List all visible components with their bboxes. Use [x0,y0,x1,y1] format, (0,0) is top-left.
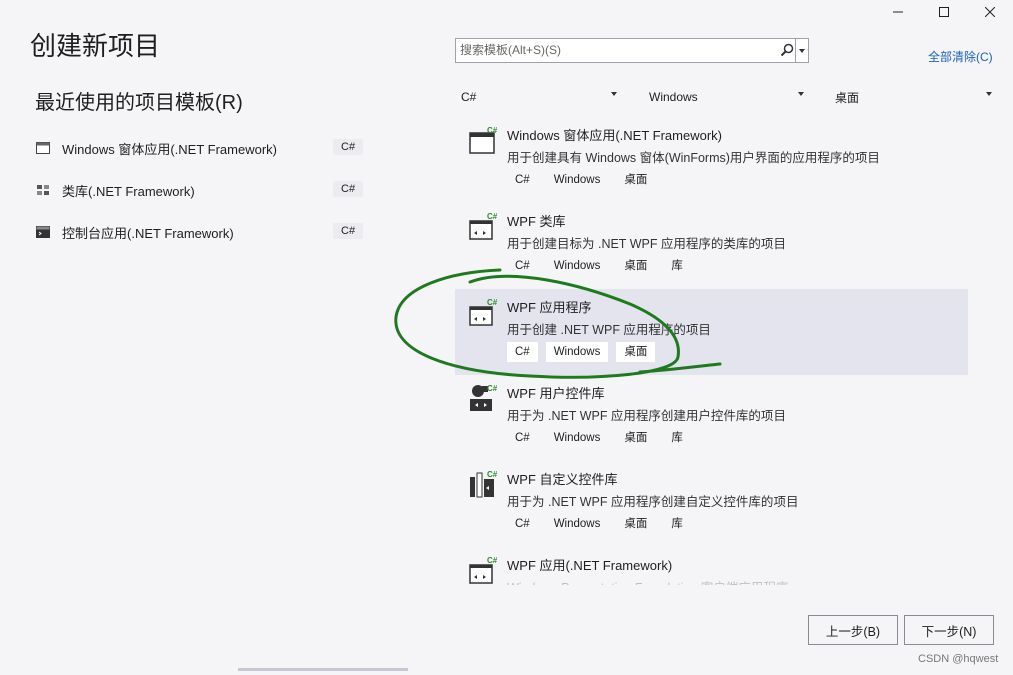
minimize-icon[interactable] [875,0,921,24]
svg-text:C#: C# [487,470,498,479]
tag: Windows [545,514,609,534]
template-item-wpf-app[interactable]: C# WPF 应用程序 用于创建 .NET WPF 应用程序的项目 C# Win… [455,289,968,375]
template-tags: C# Windows 桌面 库 [507,428,699,448]
tag: Windows [545,170,609,190]
template-item-wpf-user-control-library[interactable]: C# WPF 用户控件库 用于为 .NET WPF 应用程序创建用户控件库的项目… [455,375,968,461]
search-icon[interactable] [780,43,794,57]
tag: C# [507,342,538,362]
tag: 库 [671,518,683,530]
tag: 桌面 [616,256,656,276]
window-controls [875,0,1013,24]
search-dropdown-icon[interactable] [795,39,808,62]
recent-templates-list: Windows 窗体应用(.NET Framework) C# 类库(.NET … [36,127,366,253]
template-name: WPF 用户控件库 [507,386,605,401]
template-description: 用于创建目标为 .NET WPF 应用程序的类库的项目 [507,237,786,251]
next-button[interactable]: 下一步(N) [904,615,994,645]
template-tags: C# Windows 桌面 库 [507,514,699,534]
tag: C# [507,514,538,534]
language-filter-value: C# [461,90,477,104]
tag: C# [507,428,538,448]
svg-text:C#: C# [487,556,498,565]
lang-badge: C# [333,181,364,197]
page-title: 创建新项目 [30,31,161,61]
wpf-custom-control-library-icon: C# [470,470,498,498]
tag: 桌面 [616,428,656,448]
wpf-class-library-icon: C# [469,212,498,240]
tag: C# [507,256,538,276]
svg-text:C#: C# [487,384,498,393]
clear-all-link[interactable]: 全部清除(C) [928,48,993,65]
recent-item-label: 控制台应用(.NET Framework) [62,225,234,241]
platform-filter-value: Windows [649,90,698,104]
template-name: WPF 应用(.NET Framework) [507,558,673,573]
template-description: 用于为 .NET WPF 应用程序创建用户控件库的项目 [507,409,786,423]
search-input[interactable] [456,39,760,61]
back-button[interactable]: 上一步(B) [808,615,898,645]
template-tags: C# Windows 桌面 [507,342,663,362]
project-type-filter-value: 桌面 [835,90,860,105]
wpf-app-icon: C# [469,298,498,326]
winforms-template-icon: C# [469,126,498,154]
language-filter[interactable]: C# [461,86,617,108]
bottom-strip [238,668,408,671]
template-name: WPF 自定义控件库 [507,472,618,487]
platform-filter[interactable]: Windows [649,86,804,108]
template-name: WPF 类库 [507,214,566,229]
template-description: 用于创建 .NET WPF 应用程序的项目 [507,323,711,337]
svg-text:C#: C# [487,212,498,221]
template-description: 用于为 .NET WPF 应用程序创建自定义控件库的项目 [507,495,799,509]
tag: Windows [545,256,609,276]
winforms-icon [36,142,50,154]
tag: 库 [671,260,683,272]
svg-text:C#: C# [487,126,498,135]
template-search-box[interactable] [455,38,809,63]
wpf-user-control-library-icon: C# [470,384,498,411]
lang-badge: C# [333,223,364,239]
chevron-down-icon [611,92,617,96]
recent-item-console-app[interactable]: 控制台应用(.NET Framework) C# [36,211,366,253]
template-item-wpf-app-framework[interactable]: C# WPF 应用(.NET Framework) Windows Presen… [455,547,968,585]
template-item-wpf-class-library[interactable]: C# WPF 类库 用于创建目标为 .NET WPF 应用程序的类库的项目 C#… [455,203,968,289]
template-description: Windows Presentation Foundation 客户端应用程序 [507,577,788,585]
close-icon[interactable] [967,0,1013,24]
tag: Windows [545,428,609,448]
tag: 桌面 [616,170,656,190]
chevron-down-icon [798,92,804,96]
wpf-app-framework-icon: C# [469,556,498,584]
recent-item-label: 类库(.NET Framework) [62,183,195,199]
recent-item-class-library[interactable]: 类库(.NET Framework) C# [36,169,366,211]
template-tags: C# Windows 桌面 [507,170,663,190]
recent-item-winforms[interactable]: Windows 窗体应用(.NET Framework) C# [36,127,366,169]
tag: Windows [545,342,609,362]
console-app-icon [36,226,50,238]
watermark: CSDN @hqwest [918,653,999,665]
recent-templates-heading: 最近使用的项目模板(R) [35,92,243,114]
tag: 桌面 [616,514,656,534]
template-name: WPF 应用程序 [507,300,592,315]
tag: C# [507,170,538,190]
project-type-filter[interactable]: 桌面 [835,86,992,108]
chevron-down-icon [986,92,992,96]
maximize-icon[interactable] [921,0,967,24]
svg-text:C#: C# [487,298,498,307]
template-item-winforms[interactable]: C# Windows 窗体应用(.NET Framework) 用于创建具有 W… [455,117,968,203]
template-tags: C# Windows 桌面 库 [507,256,699,276]
class-library-icon [37,185,49,195]
template-description: 用于创建具有 Windows 窗体(WinForms)用户界面的应用程序的项目 [507,151,880,165]
tag: 库 [671,432,683,444]
tag: 桌面 [616,342,656,362]
template-name: Windows 窗体应用(.NET Framework) [507,128,723,143]
recent-item-label: Windows 窗体应用(.NET Framework) [62,141,278,157]
template-item-wpf-custom-control-library[interactable]: C# WPF 自定义控件库 用于为 .NET WPF 应用程序创建自定义控件库的… [455,461,968,547]
lang-badge: C# [333,139,364,155]
template-list: C# Windows 窗体应用(.NET Framework) 用于创建具有 W… [455,117,968,585]
